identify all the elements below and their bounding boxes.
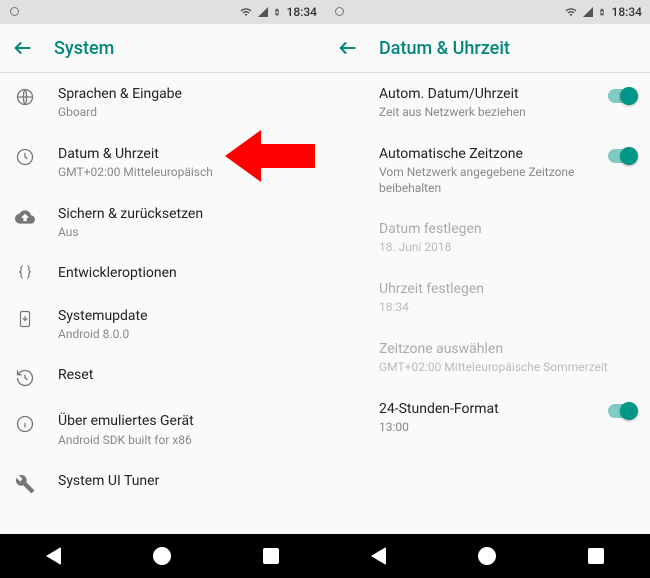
navbar (0, 534, 325, 578)
page-title: Datum & Uhrzeit (379, 38, 510, 59)
item-label: Reset (58, 366, 311, 384)
item-sublabel: Zeit aus Netzwerk beziehen (379, 105, 598, 121)
braces-icon: { } (14, 264, 36, 280)
item-label: Automatische Zeitzone (379, 145, 598, 163)
list-item-languages[interactable]: Sprachen & Eingabe Gboard (0, 73, 325, 133)
item-sublabel: Vom Netzwerk angegebene Zeitzone beibeha… (379, 165, 598, 196)
statusbar: 18:34 (0, 0, 325, 24)
toggle-switch[interactable] (608, 404, 636, 418)
list-item-set-time: Uhrzeit festlegen 18:34 (325, 268, 650, 328)
wifi-icon (564, 6, 578, 18)
system-update-icon (14, 307, 36, 329)
toggle-switch[interactable] (608, 89, 636, 103)
nav-home-icon[interactable] (478, 547, 496, 565)
item-sublabel: Android SDK built for x86 (58, 433, 311, 449)
item-label: Sprachen & Eingabe (58, 85, 311, 103)
item-sublabel: Gboard (58, 105, 311, 121)
info-icon (14, 412, 36, 434)
back-button[interactable] (12, 37, 34, 59)
list-item-developer[interactable]: { } Entwickleroptionen (0, 252, 325, 294)
back-button[interactable] (337, 37, 359, 59)
wifi-icon (239, 6, 253, 18)
item-label: Zeitzone auswählen (379, 340, 636, 358)
item-sublabel: Android 8.0.0 (58, 327, 311, 343)
clock-icon (14, 145, 36, 167)
list-item-auto-timezone[interactable]: Automatische Zeitzone Vom Netzwerk angege… (325, 133, 650, 208)
statusbar: 18:34 (325, 0, 650, 24)
list-item-reset[interactable]: Reset (0, 354, 325, 400)
nav-recent-icon[interactable] (588, 548, 604, 564)
statusbar-dot-icon (10, 7, 19, 16)
list-item-select-timezone: Zeitzone auswählen GMT+02:00 Mitteleuropä… (325, 328, 650, 388)
item-sublabel: 18:34 (379, 300, 636, 316)
item-label: System UI Tuner (58, 472, 311, 490)
nav-back-icon[interactable] (371, 547, 386, 565)
statusbar-dot-icon (335, 7, 344, 16)
item-sublabel: Aus (58, 225, 311, 241)
globe-icon (14, 85, 36, 107)
battery-icon (273, 6, 281, 18)
list-item-auto-datetime[interactable]: Autom. Datum/Uhrzeit Zeit aus Netzwerk be… (325, 73, 650, 133)
item-sublabel: 18. Juni 2018 (379, 240, 636, 256)
item-label: 24-Stunden-Format (379, 400, 598, 418)
nav-recent-icon[interactable] (263, 548, 279, 564)
signal-icon (257, 6, 269, 18)
signal-icon (582, 6, 594, 18)
toggle-switch[interactable] (608, 149, 636, 163)
item-label: Entwickleroptionen (58, 264, 311, 282)
list-item-24h-format[interactable]: 24-Stunden-Format 13:00 (325, 388, 650, 448)
nav-home-icon[interactable] (153, 547, 171, 565)
item-label: Autom. Datum/Uhrzeit (379, 85, 598, 103)
page-title: System (54, 38, 114, 59)
navbar (325, 534, 650, 578)
list-item-backup[interactable]: Sichern & zurücksetzen Aus (0, 193, 325, 253)
statusbar-time: 18:34 (612, 5, 642, 19)
item-label: Uhrzeit festlegen (379, 280, 636, 298)
nav-back-icon[interactable] (46, 547, 61, 565)
list-item-ui-tuner[interactable]: System UI Tuner (0, 460, 325, 506)
item-label: Systemupdate (58, 307, 311, 325)
battery-icon (598, 6, 606, 18)
item-sublabel: 13:00 (379, 420, 598, 436)
list-item-about[interactable]: Über emuliertes Gerät Android SDK built f… (0, 400, 325, 460)
annotation-arrow-icon (225, 128, 315, 184)
list-item-update[interactable]: Systemupdate Android 8.0.0 (0, 295, 325, 355)
wrench-icon (14, 472, 36, 494)
statusbar-time: 18:34 (287, 5, 317, 19)
appbar: System (0, 24, 325, 72)
phone-left: 18:34 System Sprachen & EingabeGboard Da… (0, 0, 325, 578)
list-item-set-date: Datum festlegen 18. Juni 2018 (325, 208, 650, 268)
item-label: Über emuliertes Gerät (58, 412, 311, 430)
restore-icon (14, 366, 36, 388)
settings-list: Autom. Datum/Uhrzeit Zeit aus Netzwerk be… (325, 73, 650, 534)
item-sublabel: GMT+02:00 Mitteleuropäische Sommerzeit (379, 360, 636, 376)
item-label: Datum festlegen (379, 220, 636, 238)
phone-right: 18:34 Datum & Uhrzeit Autom. Datum/Uhrze… (325, 0, 650, 578)
item-label: Sichern & zurücksetzen (58, 205, 311, 223)
cloud-upload-icon (14, 205, 36, 227)
appbar: Datum & Uhrzeit (325, 24, 650, 72)
